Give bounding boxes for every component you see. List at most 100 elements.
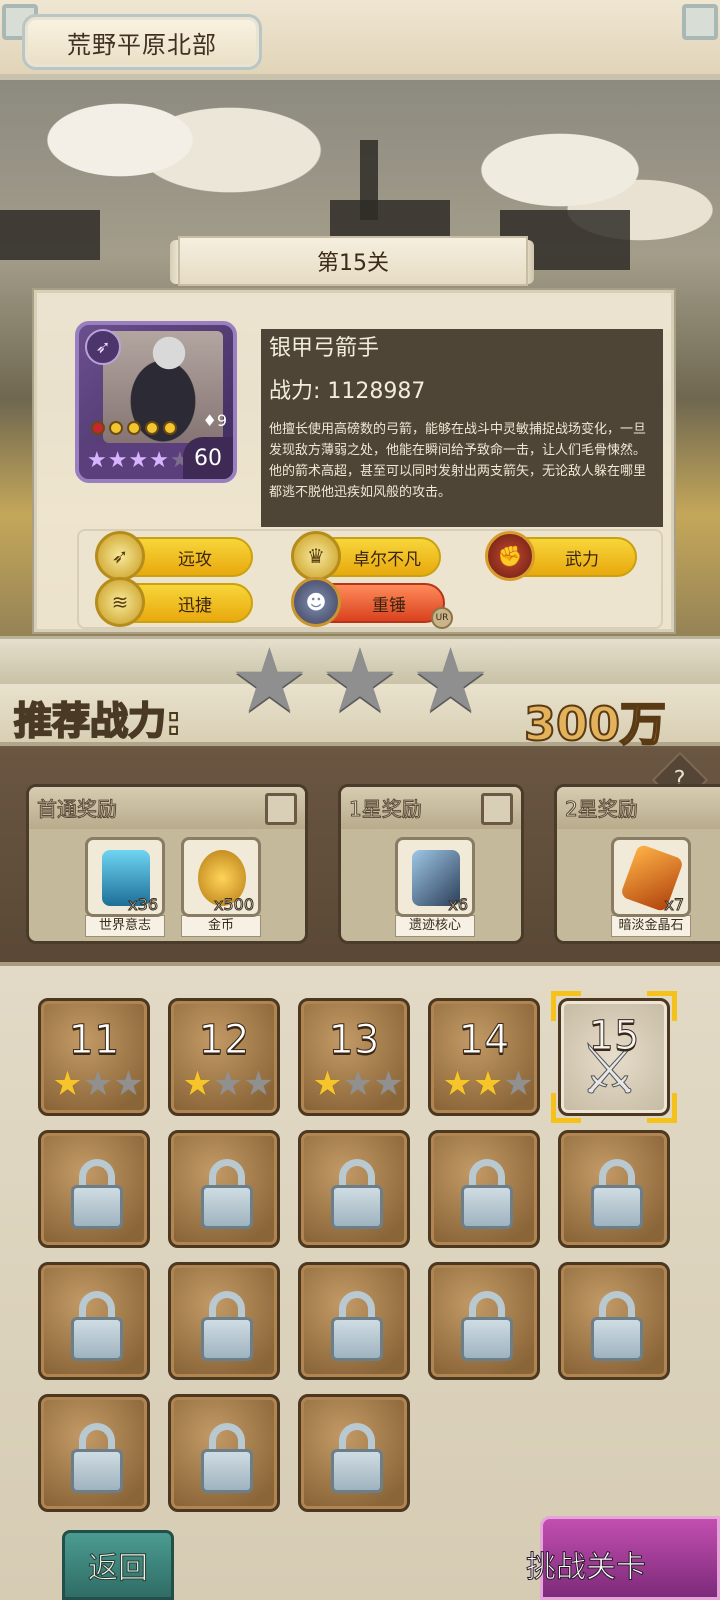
star-icon: ★ (320, 629, 400, 732)
reward-card-1-star: 1星奖励 x6 遗迹核心 (338, 784, 524, 944)
star-icon: ★ (243, 1064, 274, 1104)
enemy-level: 60 (183, 437, 233, 479)
stage-tile-locked[interactable] (38, 1394, 150, 1512)
traits-box: ➶ 远攻 ♛ 卓尔不凡 ✊ 武力 ≋ 迅捷 ☻ 重锤 UR (77, 529, 663, 629)
crown-icon: ♛ (291, 531, 341, 581)
reward-title: 1星奖励 (349, 797, 423, 822)
enemy-portrait[interactable]: ➶ ♦9 ★ ★ ★ ★ ★ 60 (75, 321, 237, 483)
stage-number: 13 (328, 1017, 380, 1064)
lock-icon (71, 1159, 123, 1229)
lock-icon (331, 1159, 383, 1229)
trait-badge[interactable]: ≋ 迅捷 (95, 577, 253, 627)
castle-tower (360, 140, 378, 220)
enemy-power: 战力: 1128987 (269, 379, 426, 404)
star-icon: ★ (149, 448, 169, 473)
stage-tile-locked[interactable] (428, 1130, 540, 1248)
reward-item[interactable]: x36 世界意志 (85, 837, 165, 937)
lock-icon (461, 1159, 513, 1229)
selection-corner (647, 991, 677, 1021)
bow-icon: ➶ (85, 329, 121, 365)
reward-card-2-star: 2星奖励 x7 暗淡金晶石 (554, 784, 720, 944)
lock-icon (331, 1291, 383, 1361)
enemy-name: 银甲弓箭手 (269, 336, 380, 361)
stage-tile[interactable]: 14 ★ ★ ★ (428, 998, 540, 1116)
bow-icon: ➶ (95, 531, 145, 581)
lock-icon (591, 1291, 643, 1361)
enemy-description: 他擅长使用高磅数的弓箭，能够在战斗中灵敏捕捉战场变化，一旦发现敌方薄弱之处，他能… (269, 422, 647, 500)
recommended-power-value: 300万 (523, 696, 667, 752)
wing-icon: ≋ (95, 577, 145, 627)
star-icon: ★ (342, 1064, 374, 1104)
star-icon: ★ (411, 629, 490, 732)
stage-tile[interactable]: 13 ★ ★ ★ (298, 998, 410, 1116)
reward-item[interactable]: x7 暗淡金晶石 (611, 837, 691, 937)
selection-corner (647, 1093, 677, 1123)
star-icon: ★ (212, 1064, 244, 1104)
awakening-dots (91, 421, 177, 435)
region-title: 荒野平原北部 (22, 14, 262, 70)
trait-badge[interactable]: ☻ 重锤 UR (291, 577, 453, 629)
stage-tile-locked[interactable] (168, 1394, 280, 1512)
stage-tile-locked[interactable] (558, 1130, 670, 1248)
reward-item[interactable]: x6 遗迹核心 (395, 837, 475, 937)
frame-corner-ornament (682, 4, 718, 40)
stage-number: 14 (458, 1017, 510, 1064)
star-icon: ★ (312, 1064, 343, 1104)
selection-corner (551, 991, 581, 1021)
lock-icon (591, 1159, 643, 1229)
stage-star-rating: ★ ★ ★ (230, 636, 490, 726)
star-icon: ★ (107, 448, 128, 473)
stage-tile[interactable]: 12 ★ ★ ★ (168, 998, 280, 1116)
star-icon: ★ (182, 1064, 213, 1104)
lock-icon (71, 1423, 123, 1493)
challenge-button-label: 挑战关卡 (526, 1550, 647, 1586)
star-icon: ★ (373, 1064, 404, 1104)
stage-tile-locked[interactable] (168, 1130, 280, 1248)
star-icon: ★ (52, 1064, 83, 1104)
lock-icon (201, 1159, 253, 1229)
star-icon: ★ (230, 629, 309, 732)
selection-corner (551, 1093, 581, 1123)
trait-badge[interactable]: ✊ 武力 (485, 531, 637, 581)
stage-tile-locked[interactable] (428, 1262, 540, 1380)
star-icon: ★ (128, 448, 149, 473)
star-icon: ★ (87, 448, 107, 473)
reward-title: 首通奖励 (37, 797, 118, 822)
star-icon: ★ (503, 1064, 534, 1104)
stage-number: 12 (198, 1017, 250, 1064)
fist-icon: ✊ (485, 531, 535, 581)
trait-badge[interactable]: ➶ 远攻 (95, 531, 253, 581)
stage-stars: ★ ★ ★ (45, 1067, 151, 1101)
stage-tile-locked[interactable] (38, 1130, 150, 1248)
stage-tile-locked[interactable] (298, 1130, 410, 1248)
back-button[interactable]: 返回 (62, 1530, 174, 1600)
ur-rarity-tag: UR (431, 607, 453, 629)
stage-stars: ★ ★ ★ (175, 1067, 281, 1101)
lock-icon (331, 1423, 383, 1493)
stage-tile-locked[interactable] (298, 1394, 410, 1512)
stage-tile[interactable]: 11 ★ ★ ★ (38, 998, 150, 1116)
castle-silhouette (0, 210, 100, 260)
lock-icon (201, 1423, 253, 1493)
star-icon: ★ (472, 1064, 504, 1104)
stage-tile-locked[interactable] (298, 1262, 410, 1380)
stage-tile-locked[interactable] (558, 1262, 670, 1380)
hero-portrait-icon: ☻ (291, 577, 341, 627)
trait-badge[interactable]: ♛ 卓尔不凡 (291, 531, 441, 581)
stage-stars: ★ ★ ★ (435, 1067, 541, 1101)
sub-level: ♦9 (202, 411, 227, 430)
stage-number: 11 (68, 1017, 120, 1064)
lock-icon (461, 1291, 513, 1361)
enemy-description-box: 银甲弓箭手 战力: 1128987 他擅长使用高磅数的弓箭，能够在战斗中灵敏捕捉… (261, 329, 663, 527)
reward-claimed-checkbox (481, 793, 513, 825)
enemy-info-panel: ➶ ♦9 ★ ★ ★ ★ ★ 60 银甲弓箭手 战力: 1128987 他擅长使用高磅数… (34, 290, 674, 632)
reward-claimed-checkbox (265, 793, 297, 825)
stage-tile-locked[interactable] (168, 1262, 280, 1380)
stage-title-banner: 第15关 (178, 236, 528, 286)
reward-item[interactable]: x500 金币 (181, 837, 261, 937)
star-icon: ★ (442, 1064, 473, 1104)
recommended-power-label: 推荐战力: (13, 698, 182, 744)
stage-tile-locked[interactable] (38, 1262, 150, 1380)
star-icon: ★ (113, 1064, 144, 1104)
stage-tile[interactable]: ⚔ 15 (551, 991, 677, 1123)
